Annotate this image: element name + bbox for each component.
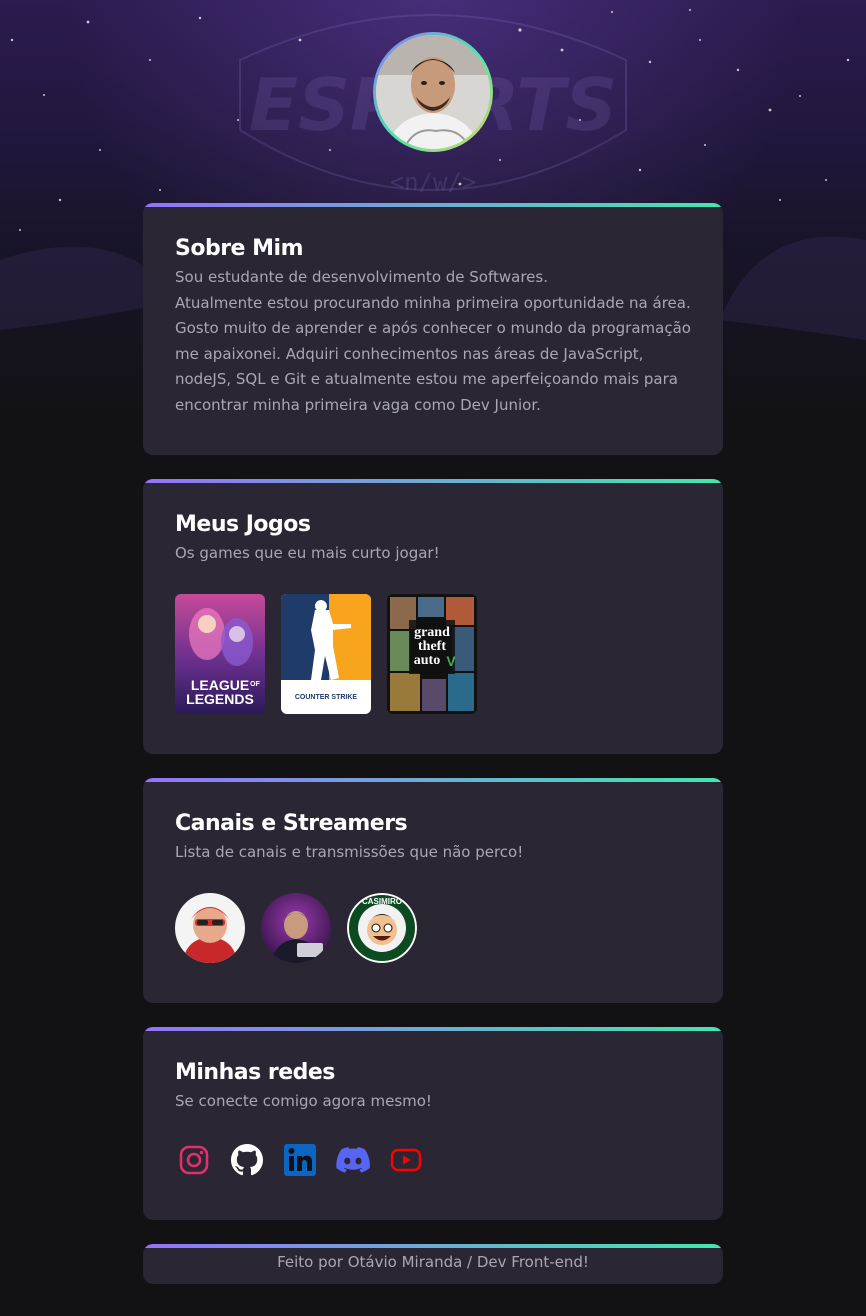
about-line: encontrar minha primeira vaga como Dev J… xyxy=(175,395,541,414)
youtube-link[interactable] xyxy=(387,1142,424,1179)
youtube-icon xyxy=(390,1148,421,1172)
linkedin-link[interactable] xyxy=(281,1142,318,1179)
about-text: Sou estudante de desenvolvimento de Soft… xyxy=(175,265,691,419)
instagram-icon xyxy=(179,1145,208,1175)
games-list: LEAGUE OF LEGENDS COUNTER STRIKE grand t… xyxy=(175,593,691,714)
profile-photo xyxy=(376,35,490,149)
about-line: me apaixonei. Adquiri conhecimentos nas … xyxy=(175,344,644,363)
instagram-link[interactable] xyxy=(175,1142,212,1179)
socials-card: Minhas redes Se conecte comigo agora mes… xyxy=(143,1027,723,1220)
game-gta-v[interactable]: grand theft auto V xyxy=(387,593,477,714)
linkedin-icon xyxy=(283,1144,316,1177)
profile-avatar xyxy=(373,32,493,152)
socials-title: Minhas redes xyxy=(175,1060,335,1085)
about-card: Sobre Mim Sou estudante de desenvolvimen… xyxy=(143,203,723,455)
about-title: Sobre Mim xyxy=(175,236,304,261)
discord-icon xyxy=(335,1147,370,1173)
streamer-avatar-casimiro[interactable]: CASIMIRO xyxy=(347,892,417,963)
github-link[interactable] xyxy=(228,1142,265,1179)
hero-watermark-sub: <n/w/> xyxy=(390,168,477,196)
game-league-of-legends[interactable]: LEAGUE OF LEGENDS xyxy=(175,593,265,714)
games-subtitle: Os games que eu mais curto jogar! xyxy=(175,544,440,562)
gta-logo-line1: grand xyxy=(414,625,450,640)
about-line: Gosto muito de aprender e após conhecer … xyxy=(175,319,691,338)
streamers-card: Canais e Streamers Lista de canais e tra… xyxy=(143,778,723,1003)
game-counter-strike[interactable]: COUNTER STRIKE xyxy=(281,593,371,714)
footer-text: Feito por Otávio Miranda / Dev Front-end… xyxy=(277,1253,589,1271)
gta-logo-line2: theft xyxy=(418,639,446,654)
discord-link[interactable] xyxy=(334,1142,371,1179)
socials-subtitle: Se conecte comigo agora mesmo! xyxy=(175,1092,432,1110)
streamer-avatar-2[interactable] xyxy=(261,892,331,963)
about-line: Sou estudante de desenvolvimento de Soft… xyxy=(175,268,548,286)
games-title: Meus Jogos xyxy=(175,512,311,537)
streamers-subtitle: Lista de canais e transmissões que não p… xyxy=(175,843,524,861)
gta-logo-line3: auto xyxy=(414,653,440,668)
lol-logo-line2: LEGENDS xyxy=(186,691,254,707)
about-line: nodeJS, SQL e Git e atualmente estou me … xyxy=(175,370,678,389)
gta-logo-v: V xyxy=(446,653,456,669)
footer: Feito por Otávio Miranda / Dev Front-end… xyxy=(143,1244,723,1284)
streamers-title: Canais e Streamers xyxy=(175,811,408,836)
about-line: Atualmente estou procurando minha primei… xyxy=(175,293,691,312)
casimiro-badge-text: CASIMIRO xyxy=(362,897,402,906)
games-card: Meus Jogos Os games que eu mais curto jo… xyxy=(143,479,723,754)
socials-list xyxy=(175,1142,691,1179)
streamer-avatar-1[interactable] xyxy=(175,892,245,963)
streamers-list: CASIMIRO xyxy=(175,892,691,963)
cs-logo-text: COUNTER STRIKE xyxy=(295,694,358,701)
github-icon xyxy=(230,1144,263,1176)
lol-logo-of: OF xyxy=(250,681,260,688)
